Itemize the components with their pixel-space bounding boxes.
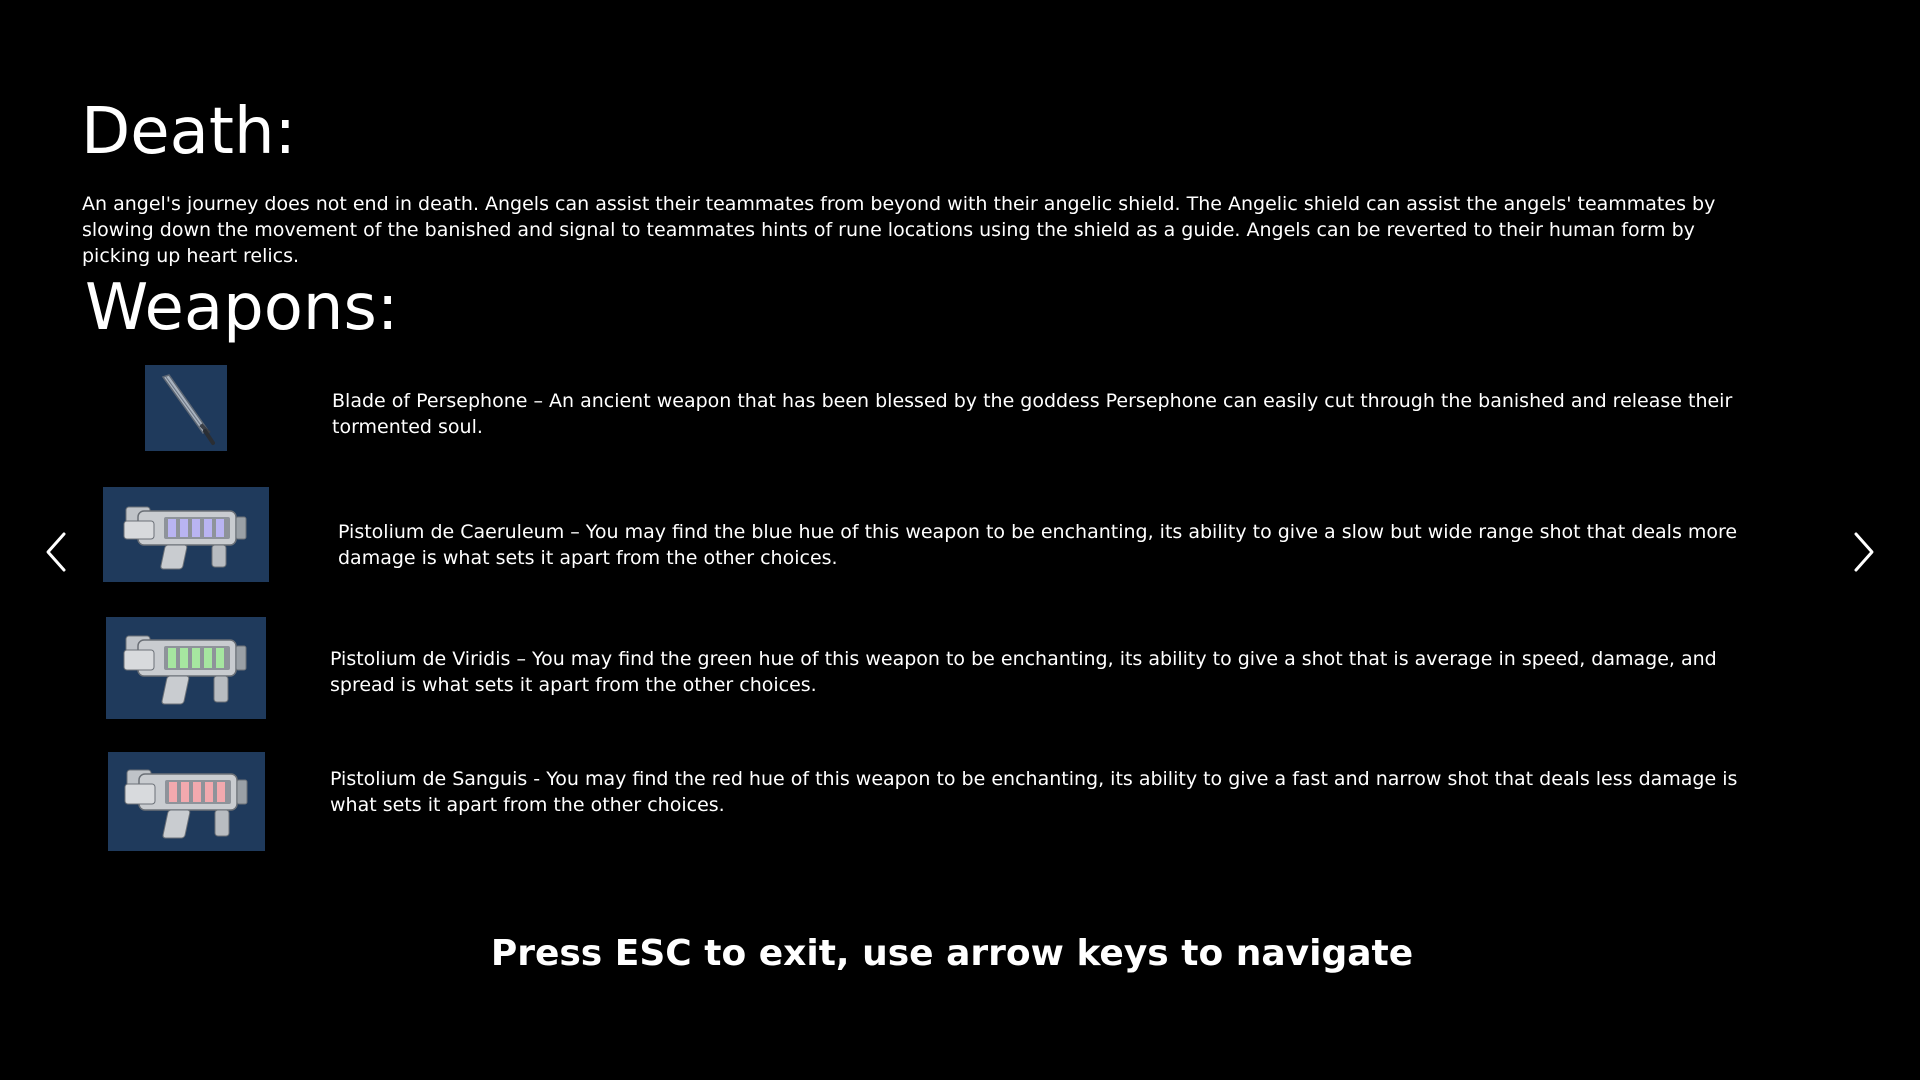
death-description: An angel's journey does not end in death… [82,193,1716,267]
weapons-heading: Weapons: [85,271,399,345]
lore-screen: Death: An angel's journey does not end i… [0,0,1920,1080]
chevron-left-icon[interactable] [38,528,74,576]
red-pistol-description: Pistolium de Sanguis - You may find the … [330,768,1738,816]
chevron-right-icon[interactable] [1846,528,1882,576]
blue-pistol-icon [103,487,269,582]
green-pistol-description: Pistolium de Viridis – You may find the … [330,648,1717,696]
green-pistol-icon [106,617,266,719]
navigation-hint: Press ESC to exit, use arrow keys to nav… [490,933,1414,974]
death-heading: Death: [81,95,297,169]
blade-description: Blade of Persephone – An ancient weapon … [332,390,1733,438]
blue-pistol-description: Pistolium de Caeruleum – You may find th… [338,521,1738,569]
red-pistol-icon [108,752,265,851]
blade-icon [145,365,227,451]
